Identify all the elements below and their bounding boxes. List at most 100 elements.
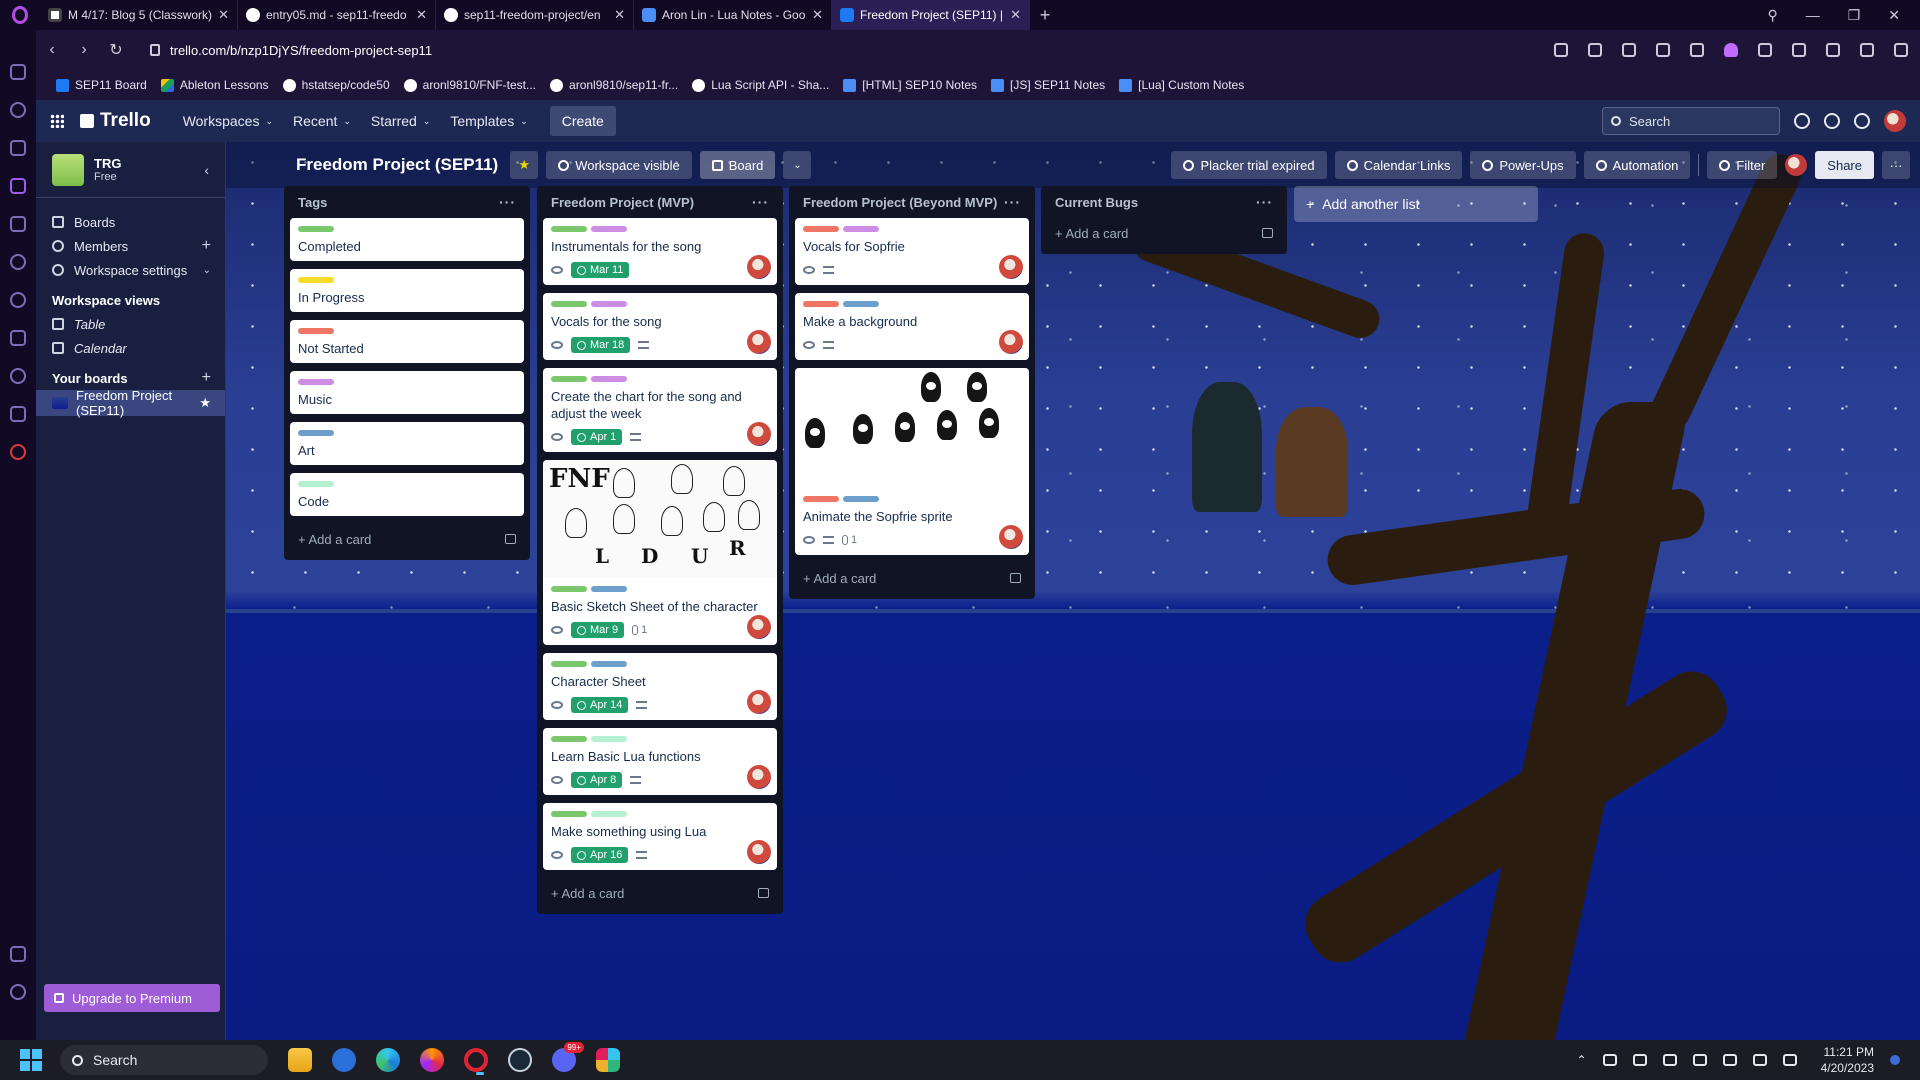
opera-logo-icon[interactable]: [0, 0, 40, 30]
bookmark-item[interactable]: Ableton Lessons: [160, 78, 269, 92]
theme-icon[interactable]: [1854, 113, 1870, 129]
windows-start-icon[interactable]: [20, 1049, 42, 1071]
add-card-button[interactable]: + Add a card: [1047, 218, 1281, 248]
board-action-4[interactable]: Filter: [1707, 151, 1778, 179]
bookmark-item[interactable]: aronl9810/FNF-test...: [403, 78, 536, 92]
card-member-avatar[interactable]: [999, 255, 1023, 279]
slack-tray-icon[interactable]: [1692, 1054, 1707, 1066]
opera-gx-icon[interactable]: [464, 1048, 488, 1075]
ublock-icon[interactable]: [10, 444, 26, 460]
workspace-header[interactable]: TRG Free ‹: [36, 142, 225, 198]
settings-icon[interactable]: [10, 368, 26, 384]
card-member-avatar[interactable]: [747, 765, 771, 789]
card[interactable]: Vocals for Sopfrie: [795, 218, 1029, 285]
label-purple[interactable]: [843, 226, 879, 232]
sidebar-board-freedom-project[interactable]: Freedom Project (SEP11) ★: [36, 388, 225, 418]
discord-icon[interactable]: 99+: [552, 1042, 584, 1072]
label-green[interactable]: [551, 661, 587, 667]
label-green[interactable]: [551, 226, 587, 232]
browser-tab[interactable]: entry05.md - sep11-freedo ✕: [238, 0, 436, 30]
bookmark-item[interactable]: [JS] SEP11 Notes: [991, 78, 1105, 92]
label-blue[interactable]: [843, 301, 879, 307]
trello-logo[interactable]: Trello: [80, 110, 151, 132]
card-member-avatar[interactable]: [747, 840, 771, 864]
trello-side-icon[interactable]: [10, 406, 26, 422]
menu-recent[interactable]: Recent ⌄: [283, 113, 361, 129]
discord-tray-icon[interactable]: [1662, 1054, 1677, 1066]
profile-icon[interactable]: [1826, 43, 1840, 57]
board-action-3[interactable]: Automation: [1583, 151, 1691, 179]
browser-search-icon[interactable]: ⚲: [1767, 7, 1777, 24]
close-window-button[interactable]: ✕: [1888, 7, 1900, 24]
list-header[interactable]: Freedom Project (Beyond MVP) ···: [795, 186, 1029, 218]
label-green[interactable]: [551, 301, 587, 307]
label-purple[interactable]: [591, 301, 627, 307]
restore-button[interactable]: ❐: [1848, 7, 1861, 24]
due-date-badge[interactable]: Mar 18: [571, 337, 631, 353]
views-dropdown-button[interactable]: ⌄: [783, 151, 812, 179]
label-green[interactable]: [551, 736, 587, 742]
menu-icon[interactable]: [1894, 43, 1908, 57]
ublock-badge-icon[interactable]: [1758, 43, 1772, 57]
list-header[interactable]: Tags ···: [290, 186, 524, 218]
label-green[interactable]: [551, 586, 587, 592]
wifi-icon[interactable]: [1722, 1054, 1737, 1066]
menu-starred[interactable]: Starred ⌄: [361, 113, 440, 129]
card-member-avatar[interactable]: [747, 615, 771, 639]
card[interactable]: Completed: [290, 218, 524, 261]
label-red[interactable]: [298, 328, 334, 334]
card[interactable]: Make something using Lua Apr 16: [543, 803, 777, 870]
board-action-1[interactable]: Calendar Links: [1334, 151, 1463, 179]
label-purple[interactable]: [591, 376, 627, 382]
sidebar-item-settings[interactable]: Workspace settings ⌄: [36, 258, 225, 282]
controller-icon[interactable]: [10, 64, 26, 80]
notification-icon[interactable]: [1890, 1055, 1900, 1065]
browser-tab[interactable]: sep11-freedom-project/en ✕: [436, 0, 634, 30]
player-icon[interactable]: [10, 254, 26, 270]
more-icon[interactable]: [10, 984, 26, 1000]
vpn-icon[interactable]: [1632, 1054, 1647, 1066]
card-template-icon[interactable]: [505, 534, 516, 544]
bookmark-item[interactable]: SEP11 Board: [56, 78, 147, 92]
new-tab-button[interactable]: +: [1030, 5, 1060, 26]
label-blue[interactable]: [591, 661, 627, 667]
label-green[interactable]: [551, 376, 587, 382]
bookmark-item[interactable]: hstatsep/code50: [282, 78, 390, 92]
card[interactable]: Art: [290, 422, 524, 465]
star-board-button[interactable]: ★: [510, 151, 539, 179]
label-red[interactable]: [803, 226, 839, 232]
firefox-icon[interactable]: [420, 1048, 444, 1072]
menu-workspaces[interactable]: Workspaces ⌄: [173, 113, 283, 129]
label-mint[interactable]: [591, 811, 627, 817]
sidebar-item-table[interactable]: Table: [36, 312, 225, 336]
card[interactable]: Create the chart for the song and adjust…: [543, 368, 777, 452]
menu-templates[interactable]: Templates ⌄: [440, 113, 537, 129]
card-member-avatar[interactable]: [747, 330, 771, 354]
label-green[interactable]: [298, 226, 334, 232]
due-date-badge[interactable]: Mar 9: [571, 622, 625, 638]
star-icon[interactable]: ★: [199, 395, 211, 411]
sidebar-item-members[interactable]: Members +: [36, 234, 225, 258]
upgrade-button[interactable]: Upgrade to Premium: [44, 984, 220, 1012]
power-icon[interactable]: [1782, 1054, 1797, 1066]
camera-icon[interactable]: [1622, 43, 1636, 57]
add-card-button[interactable]: + Add a card: [795, 563, 1029, 593]
add-board-icon[interactable]: +: [202, 369, 211, 387]
card-member-avatar[interactable]: [747, 422, 771, 446]
close-tab-icon[interactable]: ✕: [1010, 7, 1021, 23]
card[interactable]: Learn Basic Lua functions Apr 8: [543, 728, 777, 795]
card-template-icon[interactable]: [1010, 573, 1021, 583]
card-template-icon[interactable]: [758, 888, 769, 898]
label-purple[interactable]: [298, 379, 334, 385]
label-red[interactable]: [803, 496, 839, 502]
card[interactable]: Not Started: [290, 320, 524, 363]
clock[interactable]: 11:21 PM 4/20/2023: [1821, 1044, 1874, 1076]
browser-tab[interactable]: Freedom Project (SEP11) | T ✕: [832, 0, 1030, 30]
board-action-0[interactable]: Placker trial expired: [1171, 151, 1327, 179]
board-title[interactable]: Freedom Project (SEP11): [296, 155, 498, 175]
card[interactable]: Instrumentals for the song Mar 11: [543, 218, 777, 285]
extensions-icon[interactable]: [10, 330, 26, 346]
speed-dial-icon[interactable]: [10, 102, 26, 118]
add-list-button[interactable]: + Add another list: [1294, 186, 1538, 222]
cube-icon[interactable]: [1792, 43, 1806, 57]
